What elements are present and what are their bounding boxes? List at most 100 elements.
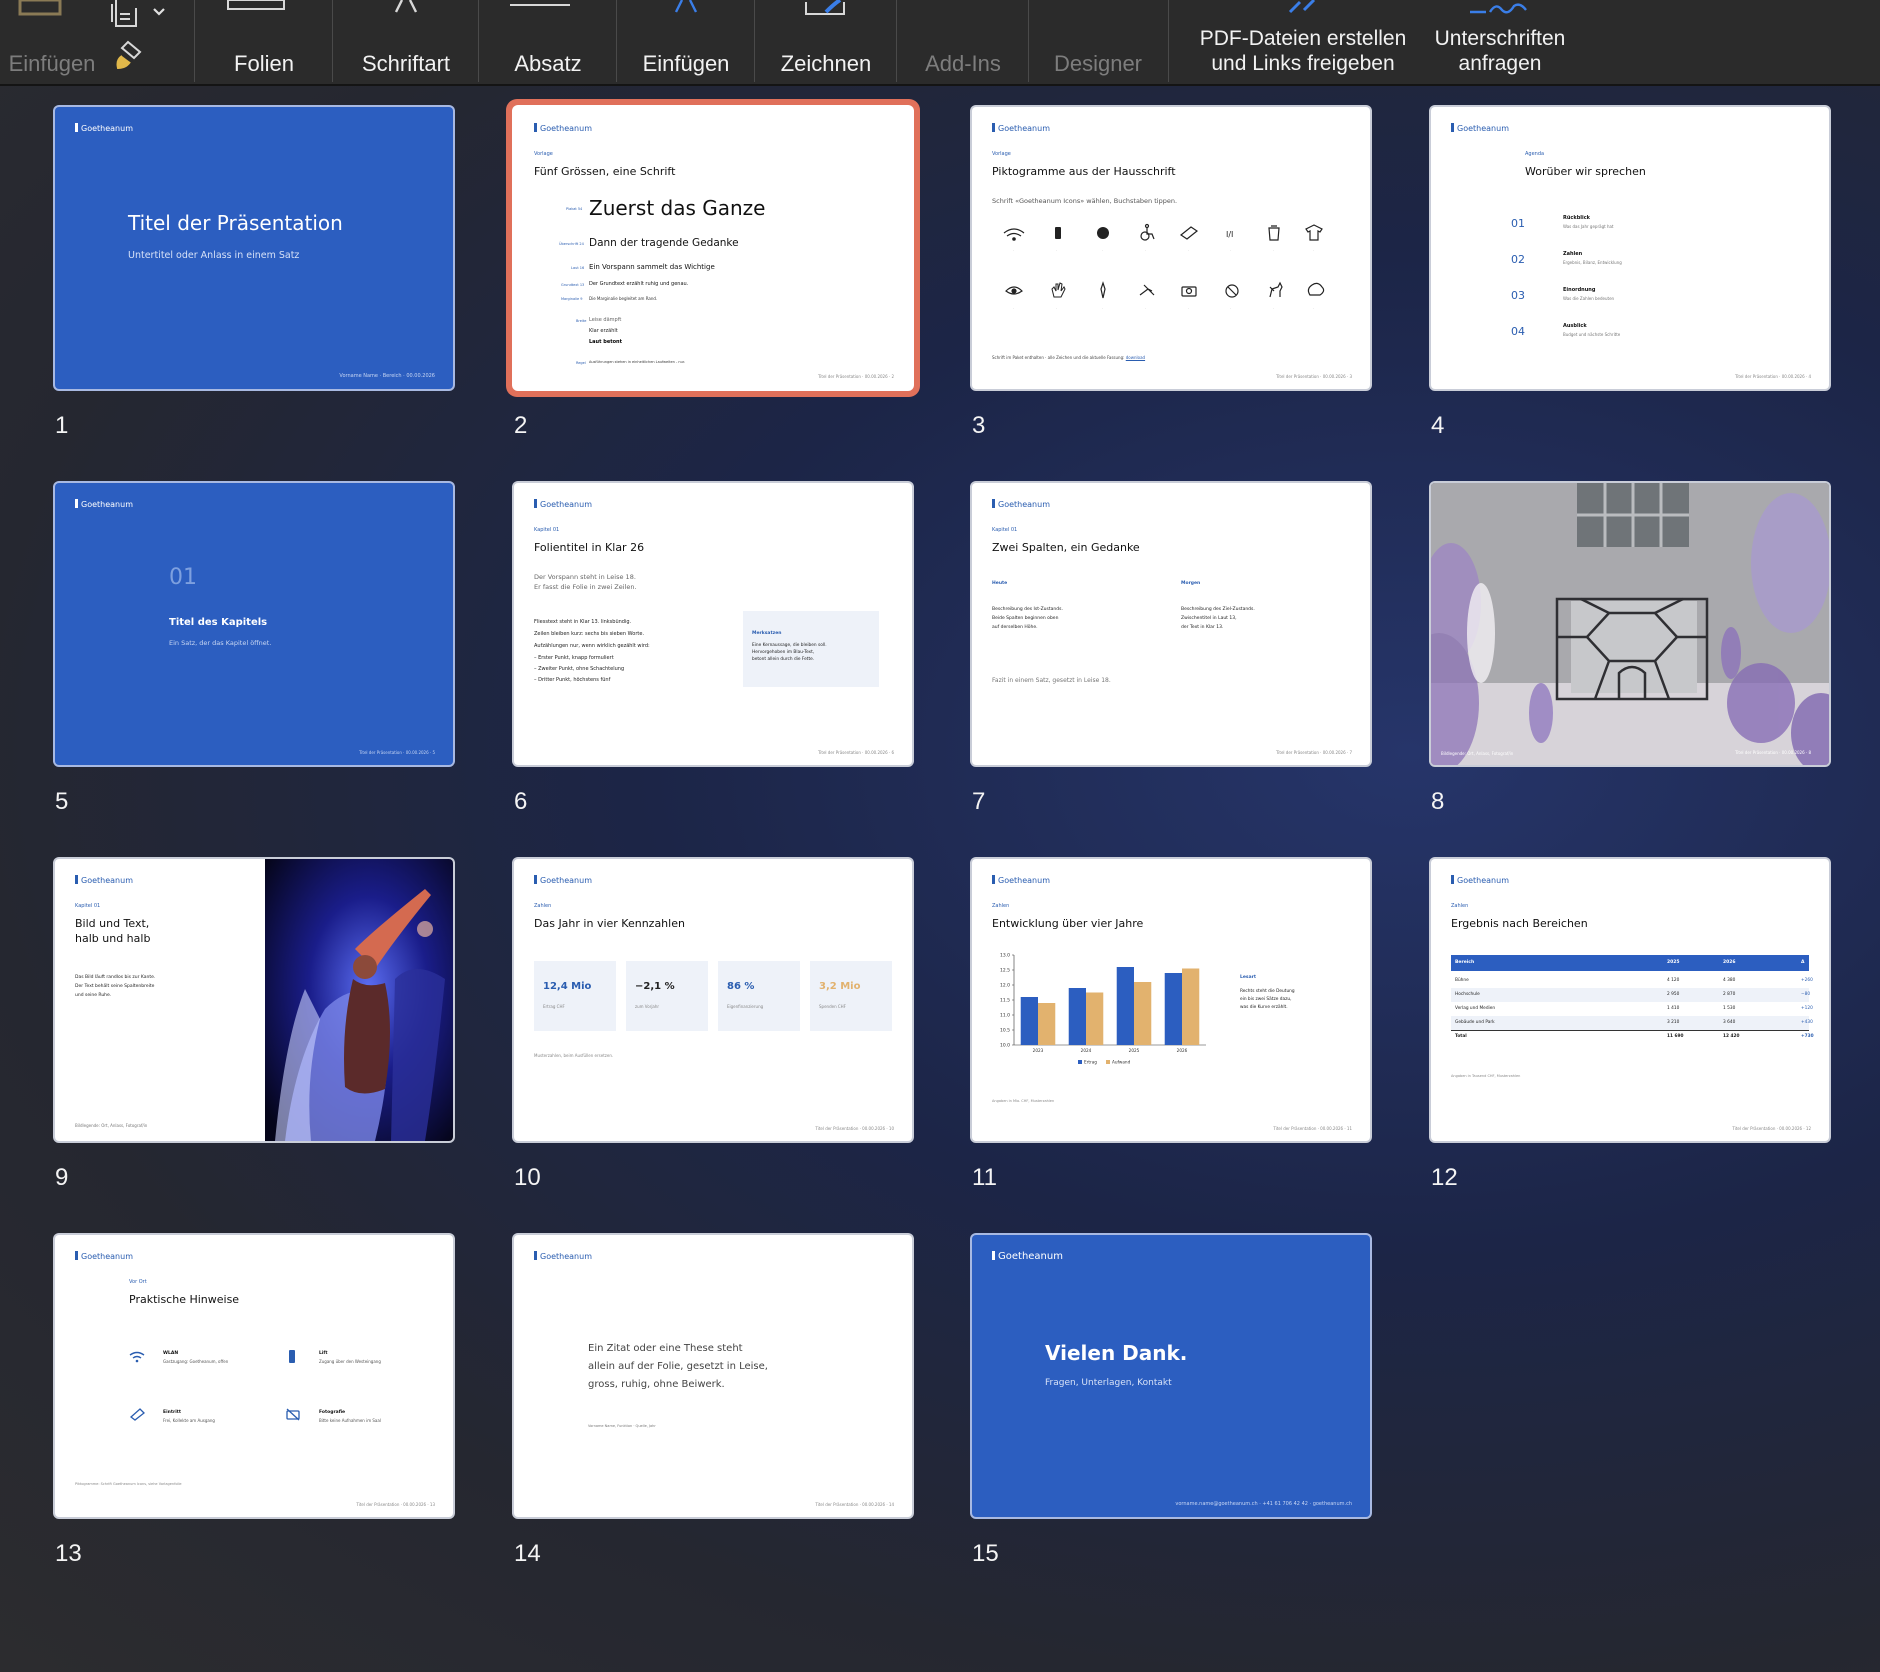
slide-cell-9[interactable]: Goetheanum Kapitel 01 Bild und Text, hal… xyxy=(55,859,453,1191)
copy-icon[interactable] xyxy=(110,0,146,30)
slides-button[interactable]: Folien xyxy=(196,0,332,86)
svg-text:.: . xyxy=(1013,248,1014,252)
insert-icon xyxy=(674,0,698,13)
slide-thumbnail-selected[interactable]: Goetheanum Vorlage Fünf Grössen, eine Sc… xyxy=(514,107,912,389)
y-tick-label: 11.0 xyxy=(1000,1013,1010,1019)
table-row xyxy=(1451,1002,1809,1016)
slide-thumbnail[interactable]: Goetheanum Kapitel 01 Zwei Spalten, ein … xyxy=(972,483,1370,765)
draw-button[interactable]: Zeichnen xyxy=(756,0,896,86)
slide-note: Angaben in Tausend CHF, Musterzahlen xyxy=(1451,1074,1521,1078)
slide-title: Praktische Hinweise xyxy=(129,1293,240,1306)
slide-thumbnail[interactable]: Bildlegende: Ort, Anlass, Fotograf/in Ti… xyxy=(1431,483,1829,765)
slide-number: 8 xyxy=(1431,788,1445,815)
slide-thumbnail[interactable]: Goetheanum Zahlen Das Jahr in vier Kennz… xyxy=(514,859,912,1141)
table-header: 2025 xyxy=(1667,960,1680,965)
slide-footer: Titel der Präsentation · 00.00.2026 · 14 xyxy=(815,1502,894,1507)
designer-label: Designer xyxy=(1053,51,1143,76)
slide-thumbnail[interactable]: Goetheanum Titel der Präsentation Untert… xyxy=(55,107,453,389)
paragraph-button[interactable]: Absatz xyxy=(480,0,616,86)
table-cell: 2 950 xyxy=(1667,992,1680,997)
slide-thumbnail[interactable]: Goetheanum Kapitel 01 Folientitel in Kla… xyxy=(514,483,912,765)
y-tick-label: 12.0 xyxy=(1000,983,1010,989)
ribbon-separator xyxy=(332,0,333,82)
slide-fazit: Fazit in einem Satz, gesetzt in Leise 18… xyxy=(992,677,1111,684)
slide-thumbnail[interactable]: Goetheanum 01 Titel des Kapitels Ein Sat… xyxy=(55,483,453,765)
goetheanum-logo: Goetheanum xyxy=(75,499,133,509)
x-tick-label: 2026 xyxy=(1177,1048,1188,1053)
request-signatures-button[interactable]: Unterschriften anfragen xyxy=(1420,0,1580,86)
slide-intro: Schrift «Goetheanum Icons» wählen, Buchs… xyxy=(992,197,1178,205)
kpi-value: 86 % xyxy=(727,981,755,992)
table-cell: 3 640 xyxy=(1723,1020,1736,1025)
slide-cell-8[interactable]: Bildlegende: Ort, Anlass, Fotograf/in Ti… xyxy=(1431,483,1829,815)
format-painter-icon[interactable] xyxy=(110,40,146,72)
table-row xyxy=(1451,988,1809,1002)
designer-button[interactable]: Designer xyxy=(1030,0,1166,86)
slide-note-text: Schrift im Paket enthalten · alle Zeiche… xyxy=(992,355,1125,360)
slide-kicker: Zahlen xyxy=(534,903,552,909)
quote-source: Vorname Name, Funktion · Quelle, Jahr xyxy=(588,1424,656,1428)
column-line: Zwischentitel in Laut 13, xyxy=(1181,616,1237,621)
slide-thumbnail[interactable]: Goetheanum Ein Zitat oder eine These ste… xyxy=(514,1235,912,1517)
column-title: Heute xyxy=(992,581,1008,586)
slide-kicker: Agenda xyxy=(1525,151,1545,157)
goetheanum-logo: Goetheanum xyxy=(75,875,133,885)
wc-icon: I/I xyxy=(1226,230,1233,239)
slide-number: 12 xyxy=(1431,1164,1458,1191)
slide-cell-3[interactable]: Goetheanum Vorlage Piktogramme aus der H… xyxy=(972,107,1370,439)
slide-lead: Der Vorspann steht in Leise 18. xyxy=(534,573,636,581)
slide-thumbnail[interactable]: Goetheanum Kapitel 01 Bild und Text, hal… xyxy=(55,859,453,1141)
slide-thumbnail[interactable]: Goetheanum Agenda Worüber wir sprechen 0… xyxy=(1431,107,1829,389)
slide-title: Worüber wir sprechen xyxy=(1525,165,1646,178)
slide-cell-13[interactable]: Goetheanum Vor Ort Praktische Hinweise W… xyxy=(55,1235,453,1567)
slide-cell-15[interactable]: Goetheanum Vielen Dank. Fragen, Unterlag… xyxy=(972,1235,1370,1567)
quote-line: allein auf der Folie, gesetzt in Leise, xyxy=(588,1361,768,1372)
create-pdf-button[interactable]: PDF-Dateien erstellen und Links freigebe… xyxy=(1180,0,1426,86)
slide-cell-1[interactable]: Goetheanum Titel der Präsentation Untert… xyxy=(55,107,453,439)
slide-cell-4[interactable]: Goetheanum Agenda Worüber wir sprechen 0… xyxy=(1431,107,1829,439)
kpi-card xyxy=(810,961,892,1031)
body-line: Fliesstext steht in Klar 13. linksbündig… xyxy=(534,619,632,625)
slide-footer: Titel der Präsentation · 00.00.2026 · 12 xyxy=(1732,1126,1811,1131)
svg-text:.: . xyxy=(1145,306,1146,310)
goetheanum-logo: Goetheanum xyxy=(75,123,133,133)
slide-thumbnail[interactable]: Goetheanum Zahlen Entwicklung über vier … xyxy=(972,859,1370,1141)
icon-row-2: ........ xyxy=(1005,281,1325,310)
slide-cell-7[interactable]: Goetheanum Kapitel 01 Zwei Spalten, ein … xyxy=(972,483,1370,815)
slide-cell-2[interactable]: Goetheanum Vorlage Fünf Grössen, eine Sc… xyxy=(514,107,912,439)
x-tick-label: 2023 xyxy=(1033,1048,1044,1053)
slide-cell-6[interactable]: Goetheanum Kapitel 01 Folientitel in Kla… xyxy=(514,483,912,815)
slide-cell-12[interactable]: Goetheanum Zahlen Ergebnis nach Bereiche… xyxy=(1431,859,1829,1191)
slide-cell-5[interactable]: Goetheanum 01 Titel des Kapitels Ein Sat… xyxy=(55,483,453,815)
addins-button[interactable]: Add-Ins xyxy=(898,0,1028,86)
chart-side-title: Lesart xyxy=(1240,975,1257,980)
agenda-sub: Was die Zahlen bedeuten xyxy=(1563,296,1615,301)
draw-icon xyxy=(805,0,845,15)
goetheanum-logo: Goetheanum xyxy=(992,499,1050,509)
slide-title: halb und halb xyxy=(75,932,151,945)
font-button[interactable]: Schriftart xyxy=(334,0,478,86)
slide-cell-14[interactable]: Goetheanum Ein Zitat oder eine These ste… xyxy=(514,1235,912,1567)
slide-thumbnail[interactable]: Goetheanum Zahlen Ergebnis nach Bereiche… xyxy=(1431,859,1829,1141)
slide-cell-11[interactable]: Goetheanum Zahlen Entwicklung über vier … xyxy=(972,859,1370,1191)
insert-button[interactable]: Einfügen xyxy=(618,0,754,86)
kpi-card xyxy=(626,961,708,1031)
slide-number: 13 xyxy=(55,1540,82,1567)
svg-text:.: . xyxy=(1056,248,1057,252)
x-tick-label: 2025 xyxy=(1129,1048,1140,1053)
chevron-down-icon[interactable] xyxy=(152,6,166,18)
slide-thumbnail[interactable]: Goetheanum Vorlage Piktogramme aus der H… xyxy=(972,107,1370,389)
slide-cell-10[interactable]: Goetheanum Zahlen Das Jahr in vier Kennz… xyxy=(514,859,912,1191)
slide-title: Titel der Präsentation xyxy=(128,211,343,235)
agenda-title: Zahlen xyxy=(1563,251,1583,257)
download-link[interactable]: download xyxy=(1126,355,1145,360)
slide-thumbnail[interactable]: Goetheanum Vor Ort Praktische Hinweise W… xyxy=(55,1235,453,1517)
body-line: Zeilen bleiben kurz: sechs bis sieben Wo… xyxy=(534,631,645,637)
slide-thumbnail[interactable]: Goetheanum Vielen Dank. Fragen, Unterlag… xyxy=(972,1235,1370,1517)
rule-label: Regel xyxy=(576,361,586,365)
slides-label: Folien xyxy=(234,51,294,76)
slide-number: 9 xyxy=(55,1164,69,1191)
body-line: Das Bild läuft randlos bis zur Kante. xyxy=(75,975,156,980)
hint-title: Lift xyxy=(319,1351,328,1356)
paste-button[interactable]: Einfügen xyxy=(0,0,104,86)
